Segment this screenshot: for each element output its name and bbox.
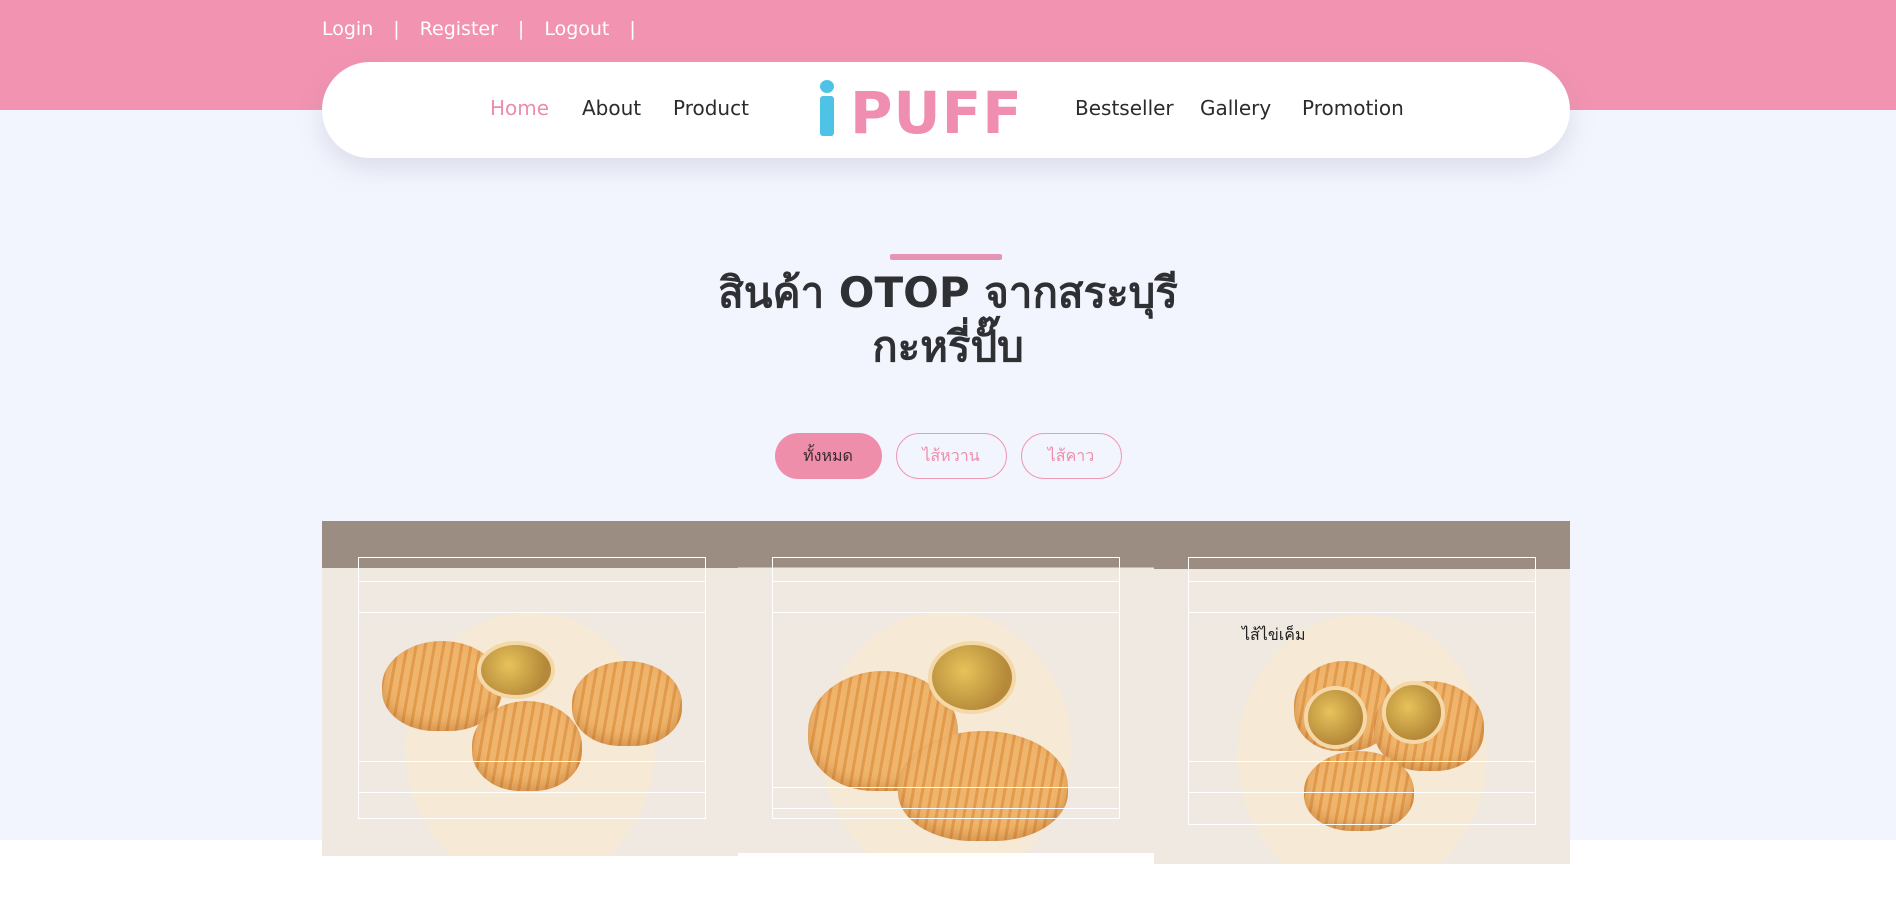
filter-savory-button[interactable]: ไส้คาว — [1020, 433, 1122, 479]
logout-link[interactable]: Logout — [544, 18, 609, 40]
section-title-line1: สินค้า OTOP จากสระบุรี — [718, 268, 1178, 317]
filter-sweet-button[interactable]: ไส้หวาน — [895, 433, 1007, 479]
filter-tabs: ทั้งหมด ไส้หวาน ไส้คาว — [0, 433, 1896, 479]
register-link[interactable]: Register — [420, 18, 498, 40]
nav-home[interactable]: Home — [490, 96, 549, 120]
product-card[interactable]: ไส้ไข่เค็ม — [1154, 521, 1570, 864]
separator: | — [393, 18, 400, 40]
product-card[interactable] — [322, 521, 738, 856]
title-accent-bar — [890, 254, 1002, 260]
image-frame — [358, 581, 706, 613]
nav-about[interactable]: About — [582, 96, 641, 120]
main-navbar: Home About Product PUFF Bestseller Galle… — [322, 62, 1570, 158]
product-grid: ไส้ไข่เค็ม — [322, 521, 1570, 864]
nav-gallery[interactable]: Gallery — [1200, 96, 1271, 120]
image-frame — [772, 787, 1120, 809]
filter-all-button[interactable]: ทั้งหมด — [774, 433, 882, 479]
separator: | — [517, 18, 525, 40]
separator: | — [629, 18, 636, 40]
section-title: สินค้า OTOP จากสระบุรี กะหรี่ปั๊บ — [0, 266, 1896, 374]
product-card[interactable] — [738, 521, 1154, 853]
nav-bestseller[interactable]: Bestseller — [1075, 96, 1174, 120]
site-logo[interactable]: PUFF — [820, 78, 1023, 142]
nav-promotion[interactable]: Promotion — [1302, 96, 1404, 120]
auth-links: Login | Register | Logout | — [322, 18, 656, 40]
image-frame — [358, 761, 706, 793]
section-title-line2: กะหรี่ปั๊บ — [872, 322, 1024, 371]
login-link[interactable]: Login — [322, 18, 373, 40]
image-frame — [772, 581, 1120, 613]
logo-i-mark — [820, 80, 834, 136]
image-frame — [1188, 761, 1536, 793]
image-frame — [1188, 581, 1536, 613]
nav-product[interactable]: Product — [673, 96, 749, 120]
logo-text: PUFF — [850, 79, 1023, 147]
